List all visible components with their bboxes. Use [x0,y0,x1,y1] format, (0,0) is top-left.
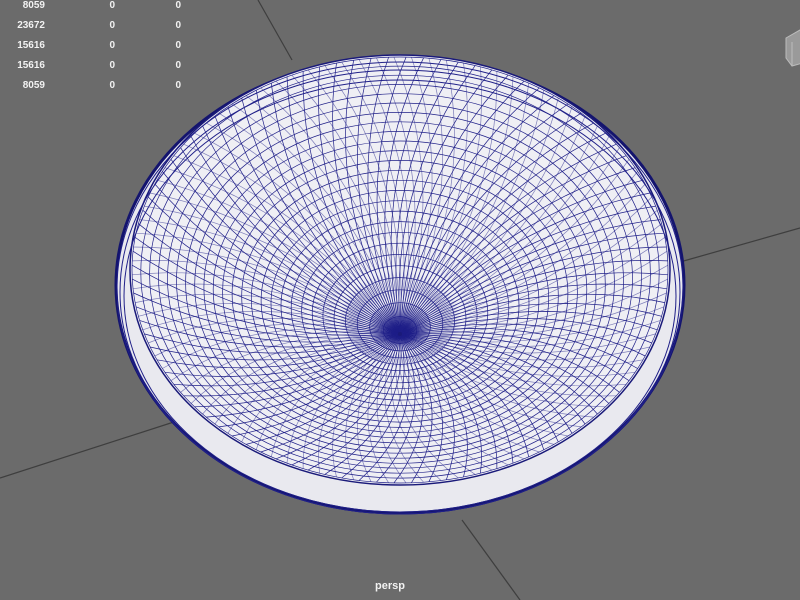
hud-value: 0 [175,60,181,71]
hud-value: 0 [175,80,181,91]
bowl-mesh[interactable] [114,54,686,515]
hud-value: 0 [109,0,115,11]
hud-value: 23672 [17,20,45,31]
hud-value: 0 [175,0,181,11]
maya-perspective-viewport[interactable]: 8059 0 0 23672 0 0 15616 0 0 15616 0 0 8… [0,0,800,600]
grid-axis-line [0,419,181,479]
hud-value: 15616 [17,40,45,51]
hud-value: 0 [109,60,115,71]
hud-value: 15616 [17,60,45,71]
hud-value: 0 [109,80,115,91]
hud-value: 0 [175,40,181,51]
hud-value: 0 [109,20,115,31]
view-cube-icon[interactable] [784,28,800,68]
grid-axis-line [461,519,521,600]
camera-name-label: persp [375,580,405,592]
grid-axis-line [679,227,800,263]
grid-axis-line [257,0,293,61]
viewport-scene[interactable] [0,0,800,600]
hud-value: 0 [109,40,115,51]
hud-value: 0 [175,20,181,31]
hud-value: 8059 [22,0,45,11]
hud-value: 8059 [22,80,45,91]
bowl-bottom-pole [398,332,402,336]
